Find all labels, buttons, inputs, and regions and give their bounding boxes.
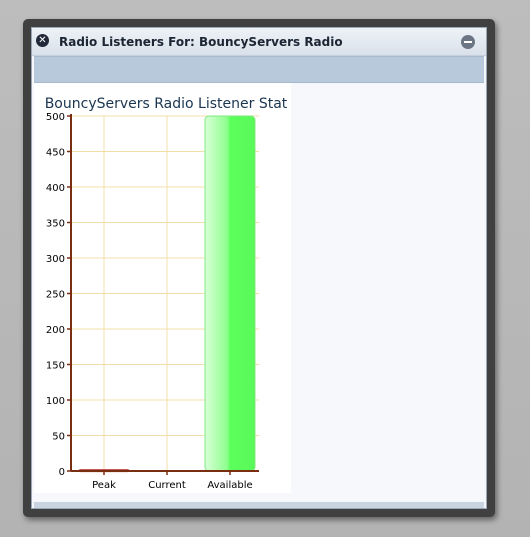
y-tick-label: 350	[46, 219, 65, 230]
window-title: Radio Listeners For: BouncyServers Radio	[59, 35, 343, 49]
chart-svg: 0 50 100 150 200 250 300 350 400 450 500 Peak Curren…	[45, 96, 288, 491]
y-tick-label: 250	[46, 290, 65, 301]
y-tick-label: 450	[46, 148, 65, 159]
y-tick-label: 500	[46, 112, 65, 123]
window-content: 0 50 100 150 200 250 300 350 400 450 500 Peak Curren…	[34, 83, 484, 501]
close-icon[interactable]: ✕	[36, 34, 49, 47]
y-tick-label: 150	[46, 361, 65, 372]
chart-title: BouncyServers Radio Listener Stat	[45, 96, 288, 112]
y-tick-label: 300	[46, 254, 65, 265]
listener-chart: 0 50 100 150 200 250 300 350 400 450 500 Peak Curren…	[34, 83, 291, 493]
y-tick-label: 50	[52, 432, 65, 443]
x-tick-label: Current	[148, 480, 186, 491]
x-tick-label: Peak	[92, 480, 116, 491]
listeners-window: ✕ Radio Listeners For: BouncyServers Rad…	[31, 27, 487, 509]
x-tick-label: Available	[207, 480, 252, 491]
window-toolbar	[34, 56, 484, 83]
y-tick-label: 100	[46, 396, 65, 407]
y-tick-label: 400	[46, 183, 65, 194]
window-footer	[34, 502, 484, 508]
window-titlebar[interactable]: ✕ Radio Listeners For: BouncyServers Rad…	[32, 28, 486, 56]
bar-available	[204, 115, 256, 472]
y-tick-label: 200	[46, 325, 65, 336]
y-tick-label: 0	[59, 467, 65, 478]
minimize-icon[interactable]	[461, 35, 475, 49]
